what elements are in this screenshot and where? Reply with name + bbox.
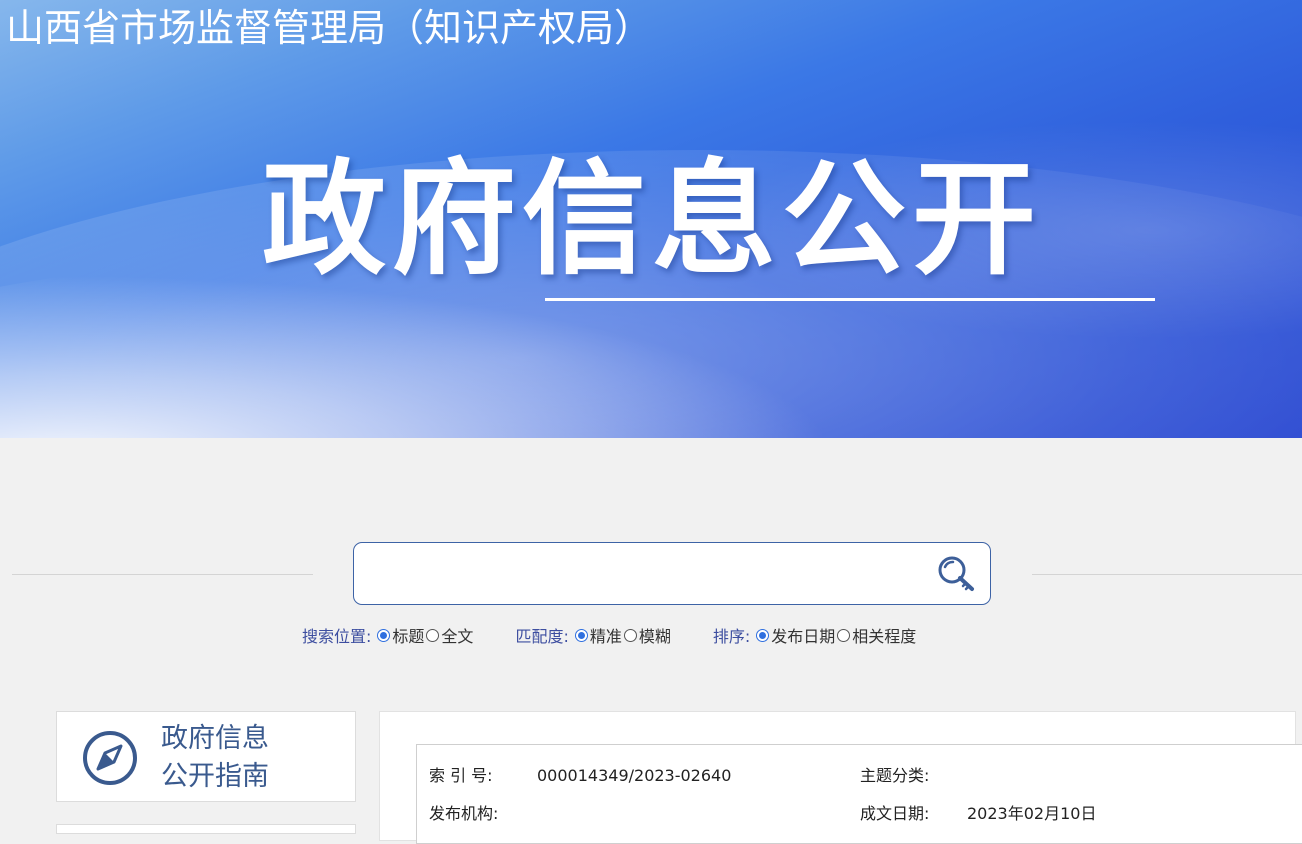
search-position-group: 搜索位置: 标题 全文 [302,623,475,647]
match-degree-group: 匹配度: 精准 模糊 [515,623,672,647]
search-options: 搜索位置: 标题 全文 匹配度: 精准 模糊 排序: 发布日期 相关程度 [302,622,918,648]
search-button[interactable] [936,555,976,595]
radio-dot[interactable] [623,628,637,642]
radio-fulltext[interactable]: 全文 [426,623,473,647]
radio-dot-checked[interactable] [756,628,770,642]
topic-category-label: 主题分类: [860,766,930,785]
radio-exact[interactable]: 精准 [574,623,622,647]
radio-dot-checked[interactable] [574,628,588,642]
search-position-label: 搜索位置: [302,627,372,646]
metadata-table: 索 引 号: 000014349/2023-02640 主题分类: 发布机构: … [416,744,1302,844]
index-number-value: 000014349/2023-02640 [537,766,732,785]
index-number-label: 索 引 号: [429,766,493,785]
site-title[interactable]: 山西省市场监督管理局（知识产权局） [6,4,652,52]
guide-text: 政府信息 公开指南 [161,720,269,796]
hero-title: 政府信息公开 [262,148,1043,292]
radio-relevance-label: 相关程度 [852,627,917,646]
radio-relevance[interactable]: 相关程度 [837,623,916,647]
sort-label: 排序: [712,627,751,646]
sort-group: 排序: 发布日期 相关程度 [713,623,918,647]
radio-fuzzy-label: 模糊 [638,627,671,646]
publisher-label: 发布机构: [429,804,499,823]
radio-fulltext-label: 全文 [441,627,474,646]
radio-dot[interactable] [837,628,851,642]
guide-line-2: 公开指南 [161,761,269,792]
radio-exact-label: 精准 [589,627,622,646]
header-banner: 山西省市场监督管理局（知识产权局） 政府信息公开 [0,0,1302,438]
divider-right [1032,574,1302,575]
search-input[interactable] [368,553,932,597]
search-box [353,542,991,605]
sidebar-card-next[interactable] [56,824,356,834]
radio-title-label: 标题 [392,627,425,646]
written-date-label: 成文日期: [860,804,930,823]
divider-left [12,574,313,575]
radio-publish-date-label: 发布日期 [771,627,836,646]
disclosure-guide-card[interactable]: 政府信息 公开指南 [56,711,356,802]
radio-dot[interactable] [426,628,440,642]
match-degree-label: 匹配度: [515,627,569,646]
guide-line-1: 政府信息 [161,723,269,754]
radio-publish-date[interactable]: 发布日期 [756,623,835,647]
radio-fuzzy[interactable]: 模糊 [623,623,671,647]
hero-underline [545,298,1155,301]
written-date-value: 2023年02月10日 [967,804,1097,823]
radio-dot-checked[interactable] [377,628,391,642]
radio-title[interactable]: 标题 [377,623,424,647]
compass-icon [83,731,137,785]
search-key-icon [938,556,974,591]
